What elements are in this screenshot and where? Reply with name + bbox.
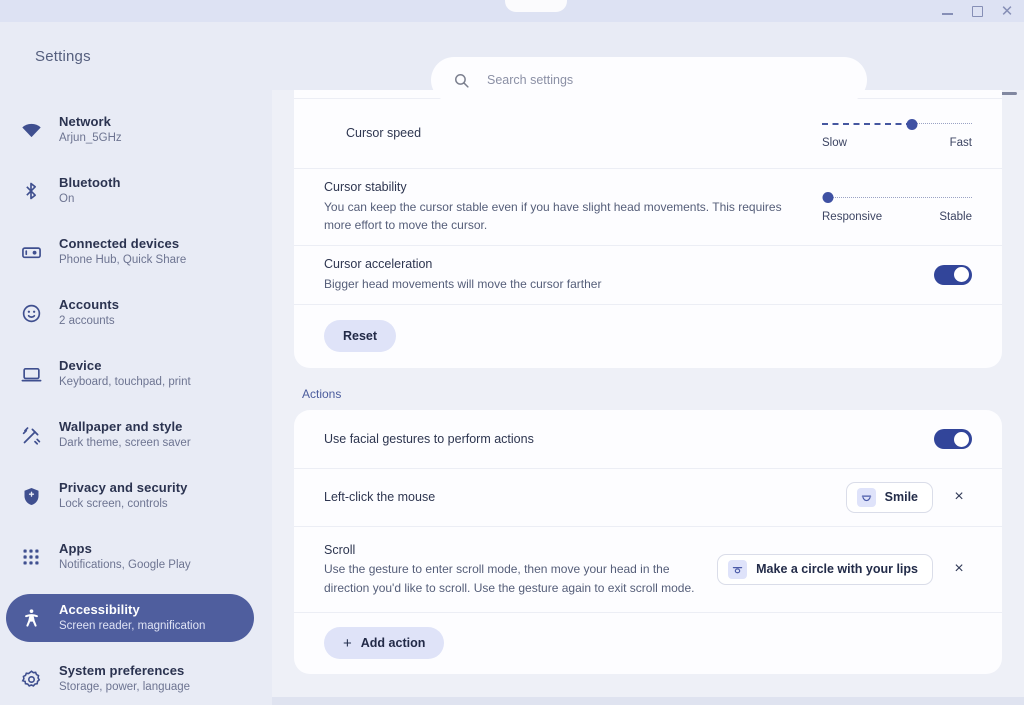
sidebar-item-apps[interactable]: Apps Notifications, Google Play (6, 533, 254, 581)
search-icon (453, 72, 470, 89)
maximize-button[interactable] (970, 4, 984, 18)
action-row-scroll[interactable]: Scroll Use the gesture to enter scroll m… (294, 526, 1002, 612)
cursor-acceleration-label: Cursor acceleration (324, 255, 916, 274)
sidebar-item-system-preferences[interactable]: System preferences Storage, power, langu… (6, 655, 254, 703)
gesture-chip-label: Make a circle with your lips (756, 562, 918, 576)
cursor-speed-label: Cursor speed (346, 124, 804, 143)
cursor-settings-card: Cursor speed Slow Fast Cursor stability … (294, 90, 1002, 368)
sidebar-item-label: Device (59, 359, 191, 374)
facial-gestures-label: Use facial gestures to perform actions (324, 430, 916, 449)
accessibility-icon (20, 607, 42, 629)
action-description: Use the gesture to enter scroll mode, th… (324, 560, 699, 597)
cursor-speed-min-label: Slow (822, 137, 847, 149)
sidebar-item-sublabel: Notifications, Google Play (59, 559, 191, 572)
sidebar-item-sublabel: Phone Hub, Quick Share (59, 254, 186, 267)
page-title: Settings (35, 48, 91, 65)
cursor-stability-min-label: Responsive (822, 211, 882, 223)
smile-icon (857, 488, 876, 507)
cursor-acceleration-description: Bigger head movements will move the curs… (324, 275, 794, 294)
gesture-chip-label: Smile (885, 490, 918, 504)
search-input[interactable]: Search settings (431, 57, 867, 103)
sidebar-item-label: Apps (59, 542, 191, 557)
sidebar-item-sublabel: Lock screen, controls (59, 498, 187, 511)
main-content[interactable]: Cursor speed Slow Fast Cursor stability … (272, 90, 1024, 705)
cursor-acceleration-toggle[interactable] (934, 265, 972, 285)
laptop-icon (20, 363, 42, 385)
search-placeholder: Search settings (487, 73, 573, 87)
sidebar-item-bluetooth[interactable]: Bluetooth On (6, 167, 254, 215)
minimize-button[interactable] (940, 4, 954, 18)
sidebar-item-accessibility[interactable]: Accessibility Screen reader, magnificati… (6, 594, 254, 642)
sidebar-item-sublabel: Keyboard, touchpad, print (59, 376, 191, 389)
sidebar-item-label: Accounts (59, 298, 119, 313)
sidebar-item-sublabel: Storage, power, language (59, 681, 190, 694)
sidebar-item-label: Connected devices (59, 237, 186, 252)
remove-action-icon[interactable]: × (946, 556, 972, 582)
facial-gestures-row[interactable]: Use facial gestures to perform actions (294, 410, 1002, 468)
add-action-label: Add action (361, 636, 426, 650)
sidebar-item-label: System preferences (59, 664, 190, 679)
add-action-row: + Add action (294, 612, 1002, 674)
window-controls: ✕ (940, 0, 1020, 22)
facial-gestures-toggle[interactable] (934, 429, 972, 449)
close-icon[interactable]: ✕ (1000, 4, 1014, 18)
action-title: Scroll (324, 541, 699, 560)
action-title: Left-click the mouse (324, 488, 828, 507)
cursor-stability-slider[interactable]: Responsive Stable (822, 191, 972, 223)
cursor-stability-max-label: Stable (939, 211, 972, 223)
cursor-stability-row[interactable]: Cursor stability You can keep the cursor… (294, 168, 1002, 245)
sidebar-item-sublabel: Screen reader, magnification (59, 620, 205, 633)
app-header: Settings Search settings (0, 22, 1024, 90)
wifi-icon (20, 119, 42, 141)
gear-icon (20, 668, 42, 690)
window-tab-notch[interactable] (505, 0, 567, 12)
remove-action-icon[interactable]: × (946, 484, 972, 510)
gesture-chip-lips-circle[interactable]: Make a circle with your lips (717, 554, 933, 585)
sidebar-item-label: Privacy and security (59, 481, 187, 496)
actions-card: Use facial gestures to perform actions L… (294, 410, 1002, 674)
sidebar-item-wallpaper-and-style[interactable]: Wallpaper and style Dark theme, screen s… (6, 411, 254, 459)
sidebar-item-label: Bluetooth (59, 176, 121, 191)
actions-section-heading: Actions (302, 387, 1024, 401)
reset-row: Reset (294, 304, 1002, 368)
account-icon (20, 302, 42, 324)
shield-icon (20, 485, 42, 507)
cursor-speed-max-label: Fast (950, 137, 972, 149)
wallpaper-icon (20, 424, 42, 446)
content-bottom-edge (272, 697, 1024, 705)
sidebar-item-privacy-and-security[interactable]: Privacy and security Lock screen, contro… (6, 472, 254, 520)
sidebar-item-label: Wallpaper and style (59, 420, 191, 435)
cursor-speed-slider[interactable]: Slow Fast (822, 117, 972, 149)
sidebar[interactable]: Network Arjun_5GHz Bluetooth On Connecte… (0, 90, 272, 705)
lips-circle-icon (728, 560, 747, 579)
reset-button[interactable]: Reset (324, 320, 396, 352)
cursor-speed-slider-thumb[interactable] (907, 119, 918, 130)
add-action-button[interactable]: + Add action (324, 627, 444, 659)
devices-icon (20, 241, 42, 263)
sidebar-item-sublabel: On (59, 193, 121, 206)
apps-grid-icon (20, 546, 42, 568)
gesture-chip-smile[interactable]: Smile (846, 482, 933, 513)
cursor-speed-row[interactable]: Cursor speed Slow Fast (294, 98, 1002, 168)
plus-icon: + (343, 636, 352, 651)
sidebar-item-connected-devices[interactable]: Connected devices Phone Hub, Quick Share (6, 228, 254, 276)
cursor-acceleration-row[interactable]: Cursor acceleration Bigger head movement… (294, 245, 1002, 304)
sidebar-item-device[interactable]: Device Keyboard, touchpad, print (6, 350, 254, 398)
cursor-stability-slider-thumb[interactable] (823, 192, 834, 203)
sidebar-item-network[interactable]: Network Arjun_5GHz (6, 106, 254, 154)
sidebar-item-sublabel: Arjun_5GHz (59, 132, 122, 145)
sidebar-item-accounts[interactable]: Accounts 2 accounts (6, 289, 254, 337)
sidebar-item-label: Accessibility (59, 603, 205, 618)
cursor-stability-label: Cursor stability (324, 178, 804, 197)
sidebar-item-sublabel: Dark theme, screen saver (59, 437, 191, 450)
window-titlebar: ✕ (0, 0, 1024, 22)
cursor-stability-description: You can keep the cursor stable even if y… (324, 198, 794, 235)
sidebar-item-label: Network (59, 115, 122, 130)
action-row-left-click[interactable]: Left-click the mouse Smile × (294, 468, 1002, 526)
bluetooth-icon (20, 180, 42, 202)
sidebar-item-sublabel: 2 accounts (59, 315, 119, 328)
